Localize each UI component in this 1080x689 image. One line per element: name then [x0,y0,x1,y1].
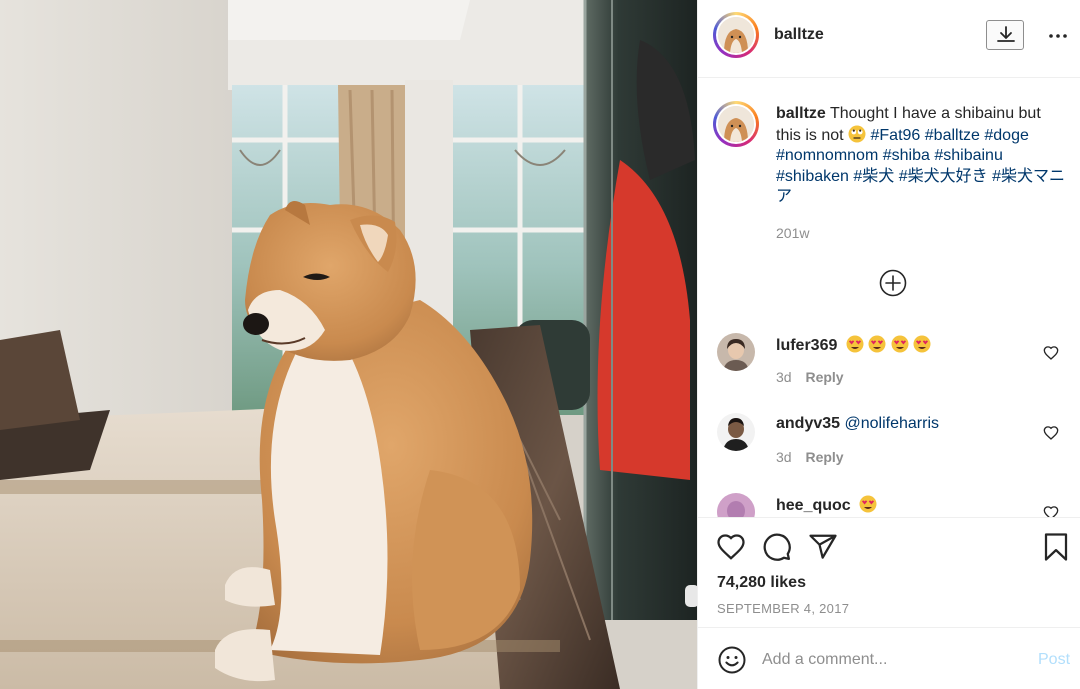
caption-timestamp[interactable]: 201w [776,225,809,241]
download-button[interactable] [986,20,1024,50]
plus-circle-icon [879,269,907,297]
post-header: balltze [698,0,1080,78]
post-button[interactable]: Post [1038,651,1070,669]
comment-text: hee_quoc [776,495,877,515]
user-avatar-image [717,413,755,451]
heart-icon [1043,346,1059,360]
caption-avatar[interactable] [713,101,759,147]
save-button[interactable] [1041,532,1071,562]
comment-icon [763,533,791,561]
comment-age[interactable]: 3d [776,449,792,465]
more-options-button[interactable] [1046,24,1070,48]
share-icon [809,534,837,559]
commenter-avatar[interactable] [717,413,755,451]
comment-like-button[interactable] [1043,505,1059,517]
comment-text: lufer369 [776,335,931,355]
likes-count[interactable]: 74,280 likes [717,574,806,592]
post-actions: 74,280 likes SEPTEMBER 4, 2017 [698,517,1080,627]
shiba-photo [0,0,697,689]
shiba-avatar-image [718,106,754,142]
add-comment-bar: Post [698,627,1080,689]
comment-item: lufer369 3d Reply [698,333,1080,403]
comment-username[interactable]: hee_quoc [776,497,851,514]
comment-age[interactable]: 3d [776,369,792,385]
heart-icon [1043,426,1059,440]
share-button[interactable] [808,532,838,562]
heart-icon [717,534,745,560]
comment-meta: 3d Reply [776,449,844,465]
commenter-avatar[interactable] [717,493,755,517]
comment-username[interactable]: andyv35 [776,415,840,432]
post-details-panel: balltze balltze Thought I have a shibain… [697,0,1080,689]
reply-button[interactable]: Reply [805,369,843,385]
hashtag-link[interactable]: #Fat96 [871,127,921,144]
download-icon [997,26,1015,42]
heart-eyes-emoji [913,335,931,353]
reply-button[interactable]: Reply [805,449,843,465]
hashtag-link[interactable]: #shibainu [934,147,1003,164]
rolling-eyes-emoji [848,125,866,142]
hashtag-link[interactable]: #balltze [925,127,980,144]
comment-button[interactable] [762,532,792,562]
hashtag-link[interactable]: #nomnomnom [776,147,878,164]
comment-like-button[interactable] [1043,345,1059,361]
commenter-avatar[interactable] [717,333,755,371]
heart-eyes-emoji [846,335,864,353]
comment-like-button[interactable] [1043,425,1059,441]
comment-input[interactable] [762,648,1022,672]
mention-link[interactable]: @nolifeharris [845,415,940,432]
bookmark-icon [1044,533,1068,561]
like-button[interactable] [716,532,746,562]
header-username[interactable]: balltze [774,26,824,44]
comment-item: andyv35 @nolifeharris 3d Reply [698,413,1080,483]
post-photo[interactable] [0,0,697,689]
comment-username[interactable]: lufer369 [776,337,837,354]
heart-eyes-emoji [868,335,886,353]
heart-eyes-emoji-group [846,335,931,354]
hashtag-link[interactable]: #shiba [883,147,930,164]
hashtag-link[interactable]: #柴犬大好き [899,168,988,185]
comment-meta: 3d Reply [776,369,844,385]
heart-icon [1043,506,1059,517]
hashtag-link[interactable]: #柴犬 [853,168,894,185]
caption-username[interactable]: balltze [776,105,826,122]
smiley-icon [718,646,746,674]
comments-section[interactable]: balltze Thought I have a shibainu but th… [698,79,1080,517]
user-avatar-image [717,333,755,371]
hashtag-link[interactable]: #shibaken [776,168,849,185]
heart-eyes-emoji [891,335,909,353]
emoji-picker-button[interactable] [717,645,747,675]
load-more-comments-button[interactable] [879,269,907,297]
author-avatar[interactable] [713,12,759,58]
shiba-avatar-image [718,17,754,53]
post-caption: balltze Thought I have a shibainu but th… [776,104,1066,208]
user-avatar-image [717,493,755,517]
post-date[interactable]: SEPTEMBER 4, 2017 [717,601,849,616]
heart-eyes-emoji [859,495,877,513]
comment-item: hee_quoc [698,493,1080,517]
comment-text: andyv35 @nolifeharris [776,415,939,433]
more-options-icon [1049,34,1067,38]
hashtag-link[interactable]: #doge [984,127,1029,144]
